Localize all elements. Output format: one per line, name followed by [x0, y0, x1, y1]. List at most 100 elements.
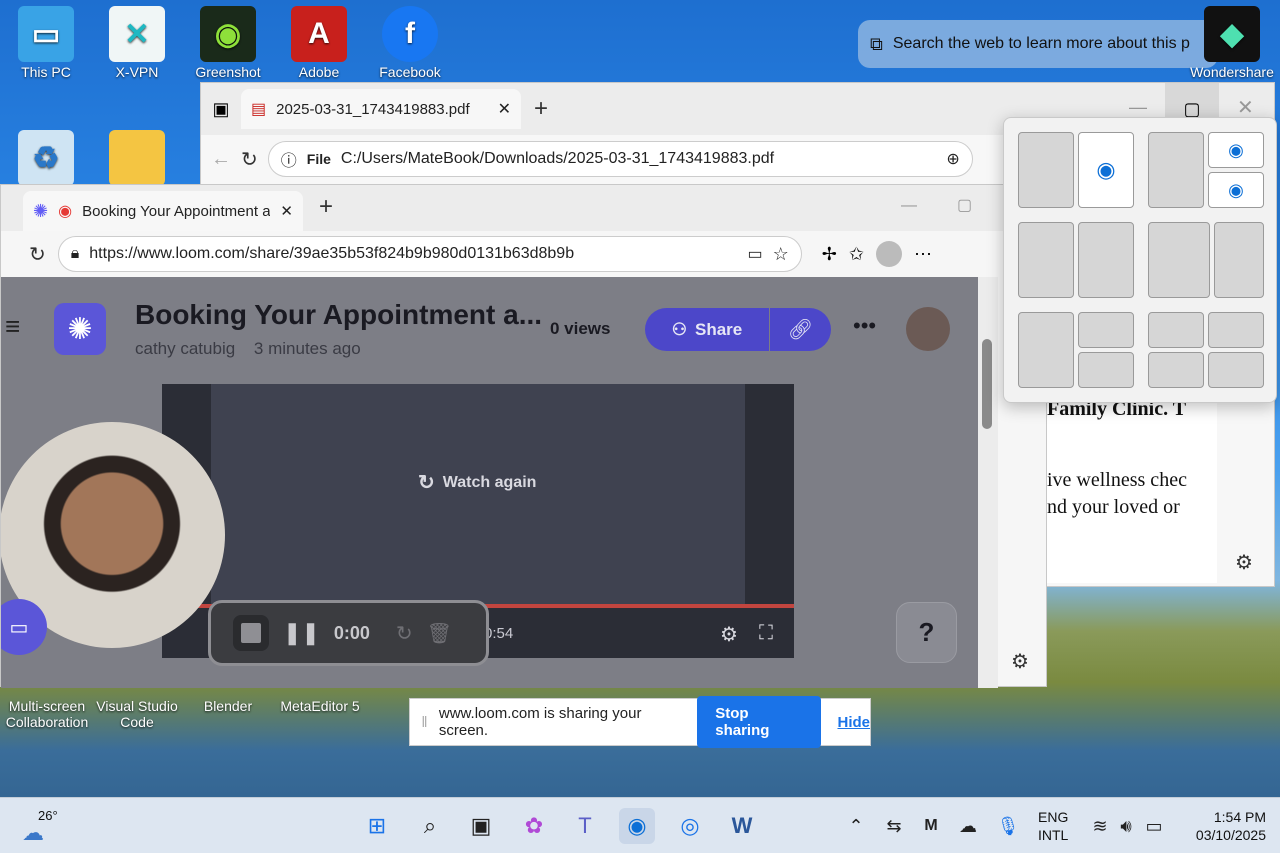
snap-cell[interactable] — [1148, 222, 1210, 298]
refresh-icon[interactable]: ↻ — [29, 242, 46, 267]
snap-cell[interactable]: ◉ — [1208, 172, 1264, 208]
minimize-icon[interactable]: — — [1129, 97, 1147, 118]
copy-link-button[interactable]: 🔗︎ — [770, 308, 831, 351]
desktop-icon-wondershare[interactable]: ◆ Wondershare — [1190, 6, 1274, 80]
desktop-icon-x-vpn[interactable]: ✕ X-VPN — [95, 6, 179, 80]
more-options-icon[interactable]: ••• — [853, 313, 876, 339]
snap-cell-current[interactable]: ◉ — [1078, 132, 1134, 208]
snap-cell[interactable] — [1018, 132, 1074, 208]
show-hidden-icons-icon[interactable]: ⌃ — [838, 808, 874, 844]
desktop-icon-this-pc[interactable]: ▭ This PC — [4, 6, 88, 80]
stop-recording-icon[interactable] — [233, 615, 269, 651]
tab-actions-icon[interactable]: ▣ — [201, 99, 241, 120]
microphone-icon[interactable]: 🎙︎ — [990, 808, 1026, 844]
weather-widget[interactable]: ☁ 26° — [22, 806, 62, 846]
task-view-icon[interactable]: ▣ — [463, 808, 499, 844]
snap-cell[interactable] — [1208, 352, 1264, 388]
desktop-icon-greenshot[interactable]: ◉ Greenshot — [186, 6, 270, 80]
loom-logo[interactable]: ✺ — [54, 303, 106, 355]
minimize-icon[interactable]: — — [901, 197, 917, 215]
user-avatar[interactable] — [906, 307, 950, 351]
loom-page: ≡ ✺ Booking Your Appointment a... cathy … — [1, 277, 978, 688]
web-search-suggestion[interactable]: ⧉ Search the web to learn more about thi… — [858, 20, 1218, 68]
refresh-icon[interactable]: ↻ — [241, 147, 258, 172]
x-vpn-icon: ✕ — [109, 6, 165, 62]
snap-cell[interactable] — [1214, 222, 1264, 298]
drag-handle-icon[interactable]: ‖ — [410, 714, 439, 731]
restart-icon[interactable]: ↻ — [396, 621, 413, 646]
monitor-icon: ▭ — [18, 6, 74, 62]
snap-cell[interactable] — [1078, 312, 1134, 348]
maximize-icon[interactable]: ▢ — [957, 195, 972, 215]
snap-cell[interactable] — [1148, 312, 1204, 348]
favorites-icon[interactable]: ✩ — [849, 244, 864, 265]
desktop-icon-adobe[interactable]: A Adobe — [277, 6, 361, 80]
watch-again-button[interactable]: ↻ Watch again — [418, 470, 536, 495]
desktop-icon-vscode[interactable]: Visual Studio Code — [92, 698, 182, 730]
close-tab-icon[interactable]: ✕ — [498, 99, 511, 119]
desktop-icon-multi-screen[interactable]: Multi-screen Collaboration — [2, 698, 92, 730]
language-indicator[interactable]: ENG INTL — [1038, 808, 1068, 844]
hide-link[interactable]: Hide — [837, 714, 870, 731]
desktop-icon-metaeditor[interactable]: MetaEditor 5 — [270, 698, 370, 714]
settings-sliders-icon[interactable]: ⇆ — [876, 808, 912, 844]
snap-cell[interactable] — [1148, 132, 1204, 208]
desktop-icon-facebook[interactable]: f Facebook — [368, 6, 452, 80]
add-user-icon: ⚇ — [671, 319, 687, 339]
page-scrollbar[interactable] — [978, 277, 998, 688]
camera-icon[interactable]: ▭ — [748, 244, 763, 264]
pdf-address-bar[interactable]: ⓘ File C:/Users/MateBook/Downloads/2025-… — [267, 141, 973, 177]
pause-icon[interactable]: ❚❚ — [283, 620, 320, 646]
desktop-icon-folder[interactable] — [95, 130, 179, 188]
fullscreen-icon[interactable]: ⛶ — [759, 622, 773, 645]
zoom-icon[interactable]: ⊕ — [946, 149, 959, 169]
new-tab-icon[interactable]: + — [521, 95, 561, 123]
settings-icon[interactable]: ⚙ — [1011, 649, 1029, 674]
snap-cell[interactable] — [1078, 352, 1134, 388]
tab-pdf[interactable]: ▤ 2025-03-31_1743419883.pdf ✕ — [241, 89, 521, 129]
pdf-settings-icon[interactable]: ⚙ — [1235, 550, 1253, 575]
word-icon[interactable]: W — [724, 808, 760, 844]
onedrive-icon[interactable]: ☁ — [950, 808, 986, 844]
loom-toolbar: ↻ 🔒︎ https://www.loom.com/share/39ae35b5… — [1, 231, 1046, 277]
desktop-icon-recycle-bin[interactable]: ♻ — [4, 130, 88, 188]
favorite-star-icon[interactable]: ☆ — [773, 244, 789, 265]
snap-cell[interactable] — [1208, 312, 1264, 348]
profile-avatar-icon[interactable] — [875, 241, 902, 267]
copilot-icon[interactable]: ✿ — [516, 808, 552, 844]
help-button[interactable]: ? — [896, 602, 957, 663]
edge-icon: ◉ — [1096, 157, 1116, 182]
recording-icon: ◉ — [58, 203, 73, 220]
weather-icon: ☁ — [22, 820, 44, 845]
chat-icon[interactable]: ◎ — [672, 808, 708, 844]
search-icon[interactable]: ⌕ — [412, 808, 448, 844]
more-menu-icon[interactable]: ⋯ — [914, 244, 932, 265]
loom-address-bar[interactable]: 🔒︎ https://www.loom.com/share/39ae35b53f… — [57, 236, 802, 272]
extensions-icon[interactable]: ✢ — [822, 244, 837, 265]
snap-cell[interactable] — [1018, 312, 1074, 388]
stop-sharing-button[interactable]: Stop sharing — [697, 696, 822, 748]
new-tab-icon[interactable]: + — [319, 193, 333, 221]
snap-cell[interactable] — [1078, 222, 1134, 298]
hamburger-menu-icon[interactable]: ≡ — [5, 311, 20, 342]
screen-share-banner: ‖ www.loom.com is sharing your screen. S… — [409, 696, 871, 748]
scrollbar-thumb[interactable] — [982, 339, 992, 429]
back-icon[interactable]: ← — [211, 148, 231, 171]
snap-cell[interactable] — [1018, 222, 1074, 298]
teams-icon[interactable]: T — [567, 808, 603, 844]
share-button[interactable]: ⚇ Share — [645, 308, 769, 351]
battery-icon[interactable]: ▭ — [1136, 808, 1172, 844]
start-icon[interactable]: ⊞ — [359, 808, 395, 844]
app-tray-icon[interactable]: M — [913, 808, 949, 844]
snap-cell[interactable] — [1148, 352, 1204, 388]
delete-icon[interactable]: 🗑︎ — [427, 621, 452, 646]
clock[interactable]: 1:54 PM 03/10/2025 — [1176, 808, 1266, 844]
close-tab-icon[interactable]: ✕ — [280, 202, 293, 220]
edge-icon[interactable]: ◉ — [619, 808, 655, 844]
settings-icon[interactable]: ⚙ — [720, 622, 738, 647]
snap-cell[interactable]: ◉ — [1208, 132, 1264, 168]
tab-loom[interactable]: ✺ ◉ Booking Your Appointment a ✕ — [23, 191, 303, 231]
elapsed-time: 0:00 — [333, 622, 370, 643]
site-info-icon: 🔒︎ — [70, 245, 80, 262]
desktop-icon-blender[interactable]: Blender — [186, 698, 270, 714]
